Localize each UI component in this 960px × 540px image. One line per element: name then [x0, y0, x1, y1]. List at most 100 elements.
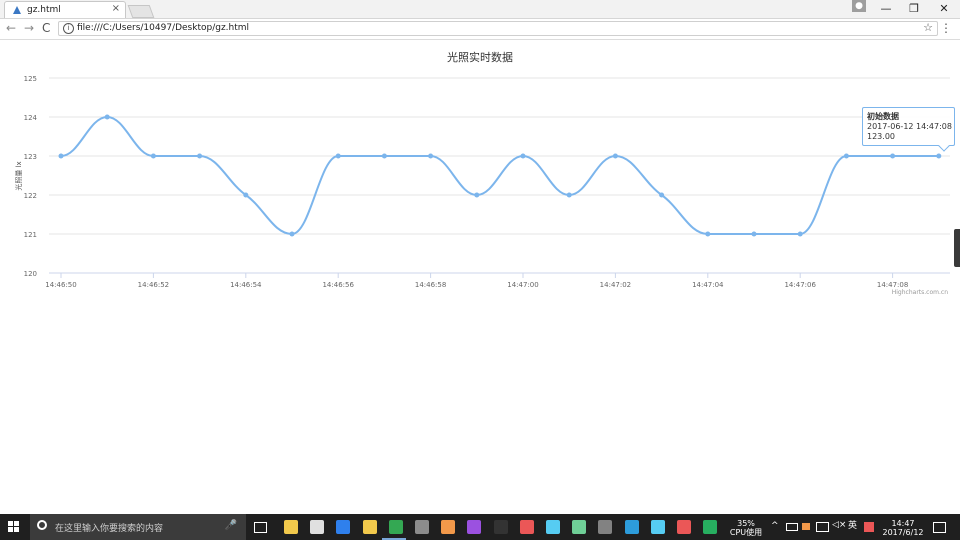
data-point[interactable]	[659, 192, 665, 198]
app-tray-icon[interactable]	[802, 523, 810, 530]
profile-person-icon[interactable]: ●	[852, 0, 866, 12]
url-text[interactable]: file:///C:/Users/10497/Desktop/gz.html	[77, 23, 249, 33]
data-point[interactable]	[705, 231, 711, 237]
file-explorer-icon[interactable]	[284, 520, 298, 534]
cpu-usage-widget[interactable]: 35% CPU使用	[728, 519, 764, 537]
x-axis: 14:46:50 14:46:52 14:46:54 14:46:56 14:46:58…	[45, 273, 908, 289]
show-hidden-icons-chevron-up-icon[interactable]: ^	[771, 522, 779, 531]
data-point[interactable]	[936, 153, 942, 159]
virtualbox-icon[interactable]	[546, 520, 560, 534]
qq-music-icon[interactable]	[362, 520, 377, 534]
data-point[interactable]	[104, 114, 110, 120]
reload-icon[interactable]: C	[42, 21, 50, 35]
x-tick-label: 14:47:06	[784, 281, 816, 289]
chart-credits[interactable]: Highcharts.com.cn	[892, 289, 948, 296]
side-scroll-handle[interactable]	[954, 229, 960, 267]
xampp-icon[interactable]	[519, 520, 534, 534]
chart-tooltip: 初始数据 2017-06-12 14:47:08 123.00	[862, 107, 955, 146]
x-tick-label: 14:47:08	[877, 281, 908, 289]
tooltip-series-name: 初始数据	[867, 112, 899, 121]
y-tick-label: 121	[24, 231, 37, 239]
data-point[interactable]	[197, 153, 203, 159]
cpu-percent: 35%	[737, 519, 755, 528]
terminal-icon[interactable]	[493, 520, 508, 534]
app-icon[interactable]	[677, 520, 691, 534]
forward-arrow-icon[interactable]: →	[24, 21, 34, 35]
data-point[interactable]	[289, 231, 295, 237]
battery-icon[interactable]	[786, 523, 798, 531]
intellij-icon[interactable]	[467, 520, 482, 534]
clock-date: 2017/6/12	[882, 528, 924, 537]
address-bar[interactable]: i file:///C:/Users/10497/Desktop/gz.html…	[58, 21, 938, 36]
sogou-browser-icon[interactable]	[336, 520, 351, 534]
x-tick-label: 14:46:50	[45, 281, 76, 289]
tooltip-time: 2017-06-12 14:47:08	[867, 122, 952, 131]
minimize-button[interactable]: —	[872, 1, 900, 17]
light-line-chart: 120121122123124125 14:46:50 14:46:52 14:46…	[14, 50, 950, 296]
x-tick-label: 14:47:02	[600, 281, 631, 289]
app-icon[interactable]	[415, 520, 429, 534]
cortana-icon[interactable]	[37, 520, 47, 530]
data-point[interactable]	[890, 153, 896, 159]
new-tab-button[interactable]	[127, 5, 155, 18]
task-view-icon[interactable]	[254, 522, 267, 533]
y-tick-label: 125	[24, 75, 37, 83]
microphone-icon[interactable]: 🎤	[225, 520, 237, 531]
browser-tab[interactable]: gz.html ×	[4, 1, 126, 18]
chrome-icon[interactable]	[388, 520, 403, 534]
tab-title: gz.html	[27, 5, 61, 15]
series-line	[60, 115, 939, 236]
x-tick-label: 14:47:00	[507, 281, 538, 289]
data-point[interactable]	[520, 153, 526, 159]
clock-time: 14:47	[891, 519, 915, 528]
clock[interactable]: 14:47 2017/6/12	[880, 519, 926, 537]
data-point[interactable]	[243, 192, 249, 198]
x-tick-label: 14:47:04	[692, 281, 724, 289]
app-icon[interactable]	[650, 520, 665, 534]
windows-start-icon[interactable]	[8, 521, 20, 533]
chart-title: 光照实时数据	[447, 50, 513, 64]
x-tick-label: 14:46:54	[230, 281, 262, 289]
bookmark-star-icon[interactable]: ☆	[923, 21, 933, 34]
store-icon[interactable]	[310, 520, 325, 534]
volume-muted-icon[interactable]: ◁×	[832, 521, 846, 530]
y-axis: 120 121 122 123 124 125	[24, 75, 38, 278]
y-tick-label: 123	[24, 153, 37, 161]
close-window-button[interactable]: ✕	[930, 1, 958, 17]
notification-center-icon[interactable]	[933, 522, 946, 533]
x-tick-label: 14:46:52	[138, 281, 169, 289]
buildings-icon[interactable]	[624, 520, 639, 534]
data-point[interactable]	[335, 153, 341, 159]
y-tick-label: 122	[24, 192, 37, 200]
input-method-indicator[interactable]: 英	[848, 522, 857, 531]
app-icon[interactable]	[598, 520, 613, 534]
tab-close-icon[interactable]: ×	[112, 3, 120, 14]
data-point[interactable]	[381, 153, 387, 159]
browser-toolbar: ← → C i file:///C:/Users/10497/Desktop/g…	[0, 19, 960, 40]
browser-menu-icon[interactable]: ⋮	[940, 21, 952, 35]
x-tick-label: 14:46:56	[322, 281, 354, 289]
data-point[interactable]	[150, 153, 156, 159]
search-placeholder: 在这里输入你要搜索的内容	[55, 524, 164, 534]
wechat-icon[interactable]	[572, 520, 587, 534]
y-axis-label: 光照量 lx	[14, 161, 23, 190]
data-point[interactable]	[474, 192, 480, 198]
data-point[interactable]	[843, 153, 849, 159]
data-point[interactable]	[797, 231, 803, 237]
info-icon[interactable]: i	[63, 23, 74, 34]
sogou-input-icon[interactable]	[864, 522, 874, 532]
network-icon[interactable]	[816, 522, 829, 532]
data-point[interactable]	[428, 153, 434, 159]
page-favicon-icon	[13, 6, 21, 14]
data-point[interactable]	[751, 231, 757, 237]
data-point[interactable]	[58, 153, 64, 159]
data-point[interactable]	[566, 192, 572, 198]
firefox-icon[interactable]	[441, 520, 456, 534]
app-icon[interactable]	[703, 520, 718, 534]
y-tick-label: 120	[24, 270, 37, 278]
data-point[interactable]	[612, 153, 618, 159]
title-bar: gz.html × ● — ❐ ✕	[0, 0, 960, 19]
maximize-button[interactable]: ❐	[900, 1, 928, 17]
back-arrow-icon[interactable]: ←	[6, 21, 16, 35]
taskbar-search-box[interactable]: 在这里输入你要搜索的内容 🎤	[30, 514, 246, 540]
